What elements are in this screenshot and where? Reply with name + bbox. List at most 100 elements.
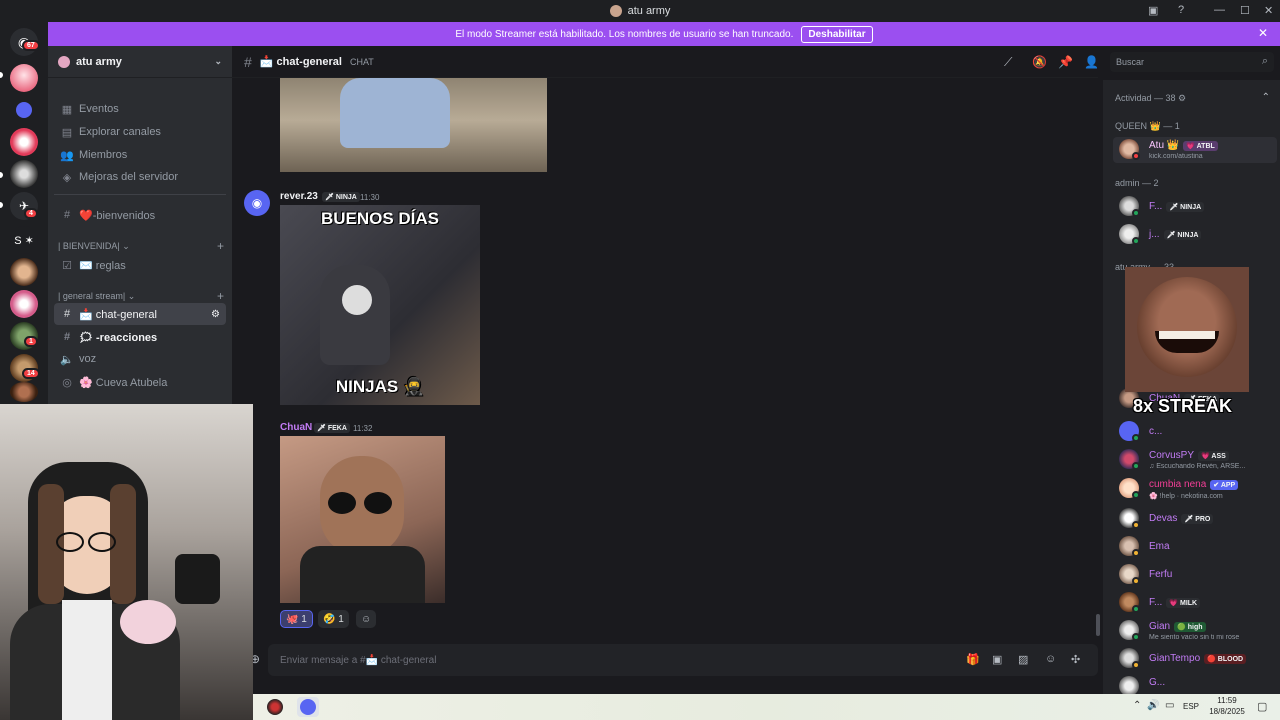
language-indicator[interactable]: ESP — [1183, 702, 1199, 711]
server-icon-6[interactable] — [10, 258, 38, 286]
member-list-icon[interactable]: 👤 — [1084, 55, 1099, 69]
notifications-icon[interactable]: ▢ — [1257, 700, 1267, 713]
avatar[interactable]: ◉ — [244, 190, 270, 216]
help-icon[interactable]: ? — [1178, 4, 1184, 16]
channel-reglas[interactable]: ☑ ✉️ reglas — [54, 254, 226, 276]
member-row[interactable]: Atu 👑 💗 ATBL kick.com/atustina — [1113, 137, 1277, 163]
chevron-up-icon[interactable]: ⌃ — [1262, 92, 1270, 103]
boost-icon: ◈ — [62, 171, 72, 184]
channel-chat-general[interactable]: # 📩 chat-general ⚙ — [54, 303, 226, 325]
server-icon-2[interactable] — [10, 128, 38, 156]
member-name: F... 🗡 NINJA — [1149, 201, 1205, 212]
member-row[interactable]: F... 💗 MILK — [1113, 590, 1277, 616]
pin-icon[interactable]: 📌 — [1058, 55, 1073, 69]
message-image[interactable] — [280, 78, 547, 172]
rules-icon: ☑ — [62, 259, 72, 272]
folder-icon[interactable] — [16, 102, 32, 118]
message-username[interactable]: ChuaN — [280, 422, 312, 433]
minimize-button[interactable]: — — [1214, 4, 1225, 16]
status-dot — [1132, 549, 1140, 557]
category-bienvenida[interactable]: | BIENVENIDA| ⌄ — [58, 241, 130, 252]
hash-icon: # — [63, 209, 71, 221]
image-figure — [340, 78, 450, 148]
status-dot — [1132, 577, 1140, 585]
taskbar-app-icon[interactable] — [267, 699, 283, 715]
member-row[interactable]: j... 🗡 NINJA — [1113, 222, 1277, 248]
close-window-button[interactable]: ✕ — [1264, 4, 1273, 17]
sticker-icon[interactable]: ▨ — [1018, 653, 1028, 666]
member-row[interactable]: cumbia nena ✔ APP 🌸 !help · nekotina.com — [1113, 476, 1277, 502]
server-atu-army[interactable] — [10, 64, 38, 92]
member-row[interactable]: G... — [1113, 674, 1277, 694]
activity-header[interactable]: Actividad — 38 ⚙ — [1115, 93, 1186, 104]
channel-label: 📩 chat-general — [79, 308, 157, 321]
scrollbar-thumb[interactable] — [1096, 614, 1100, 636]
gif-caption-top: BUENOS DÍAS — [320, 209, 440, 228]
gif-caption-bottom: NINJAS 🥷 — [335, 377, 425, 396]
threads-icon[interactable]: ⟋ — [1004, 55, 1012, 70]
status-dot — [1132, 237, 1140, 245]
add-channel-icon[interactable]: + — [217, 289, 224, 303]
member-name: c... — [1149, 426, 1163, 437]
member-name: Ferfu — [1149, 569, 1173, 580]
message-gif[interactable]: BUENOS DÍAS NINJAS 🥷 — [280, 205, 480, 405]
clock-date[interactable]: 18/8/2025 — [1203, 707, 1251, 716]
maximize-button[interactable]: ☐ — [1240, 4, 1250, 17]
tray-chevron-icon[interactable]: ⌃ — [1133, 700, 1141, 711]
member-row[interactable]: c... — [1113, 419, 1277, 445]
clock-time[interactable]: 11:59 — [1207, 696, 1247, 705]
reaction-laugh[interactable]: 🤣 1 — [318, 610, 349, 628]
member-row[interactable]: F... 🗡 NINJA — [1113, 194, 1277, 220]
server-icon-3[interactable] — [10, 160, 38, 188]
server-header[interactable]: atu army ⌄ — [48, 46, 232, 78]
calendar-icon: ▦ — [61, 103, 73, 116]
message-gif[interactable] — [280, 436, 445, 603]
emoji-icon[interactable]: ☺ — [1045, 653, 1056, 665]
reaction-octopus[interactable]: 🐙 1 — [280, 610, 313, 628]
apps-icon[interactable]: ✣ — [1071, 653, 1080, 666]
server-icon-10[interactable] — [10, 382, 38, 402]
network-icon[interactable]: ▭ — [1165, 700, 1174, 711]
category-general-stream[interactable]: | general stream| ⌄ — [58, 291, 135, 302]
member-row[interactable]: Gian 🟢 high Me siento vacío sin ti mi ros… — [1113, 618, 1277, 644]
gift-icon[interactable]: 🎁 — [966, 653, 980, 666]
member-row[interactable]: Ema — [1113, 534, 1277, 560]
channel-cueva-atubela[interactable]: ◎ 🌸 Cueva Atubela — [54, 371, 226, 393]
unread-pip — [0, 72, 3, 78]
glasses-right — [88, 532, 116, 552]
gif-icon[interactable]: ▣ — [992, 653, 1002, 666]
message-username[interactable]: rever.23 — [280, 191, 318, 202]
message-timestamp: 11:30 — [360, 193, 380, 202]
add-channel-icon[interactable]: + — [217, 239, 224, 253]
sidebar-item-explorar[interactable]: ▤ Explorar canales — [54, 121, 226, 143]
sidebar-item-miembros[interactable]: 👥 Miembros — [54, 144, 226, 166]
channel-voz[interactable]: 🔈 voz — [54, 348, 226, 370]
sidebar-item-label: Mejoras del servidor — [79, 171, 179, 183]
volume-icon[interactable]: 🔊 — [1147, 700, 1159, 711]
notification-bell-icon[interactable]: 🔕 — [1032, 55, 1047, 69]
channel-reacciones[interactable]: # 🗯 -reacciones — [54, 326, 226, 348]
member-row[interactable]: Devas 🗡 PRO — [1113, 506, 1277, 532]
role-header-admin: admin — 2 — [1115, 178, 1159, 188]
server-icon-5[interactable]: S ✶ — [10, 226, 38, 254]
close-banner-icon[interactable]: ✕ — [1258, 26, 1268, 40]
window-titlebar: atu army ▣ ? — ☐ ✕ — [0, 0, 1280, 22]
streak-label: 8x STREAK — [1133, 396, 1233, 416]
inbox-icon[interactable]: ▣ — [1148, 4, 1158, 17]
add-reaction-icon[interactable]: ☺ — [356, 610, 377, 628]
window-title: atu army — [627, 5, 671, 17]
message-input[interactable]: Enviar mensaje a #📩 chat-general 🎁 ▣ ▨ ☺… — [268, 644, 1098, 676]
member-row[interactable]: Ferfu — [1113, 562, 1277, 588]
member-name: G... — [1149, 677, 1166, 688]
server-icon-7[interactable] — [10, 290, 38, 318]
member-row[interactable]: CorvusPY 💗 ASS ♫ Escuchando Revén, ARSE..… — [1113, 447, 1277, 473]
search-input[interactable]: Buscar ⌕ — [1110, 52, 1274, 72]
plush-toy — [120, 600, 176, 644]
channel-bienvenidos[interactable]: # ❤️-bienvenidos — [54, 204, 226, 226]
member-row[interactable]: GianTempo 🔴 BLOOD — [1113, 646, 1277, 672]
sidebar-item-eventos[interactable]: ▦ Eventos — [54, 98, 226, 120]
chevron-down-icon[interactable]: ⌄ — [214, 56, 222, 67]
settings-icon[interactable]: ⚙ — [211, 309, 220, 320]
disable-streamer-button[interactable]: Deshabilitar — [801, 25, 873, 43]
sidebar-item-mejoras[interactable]: ◈ Mejoras del servidor — [54, 166, 226, 188]
